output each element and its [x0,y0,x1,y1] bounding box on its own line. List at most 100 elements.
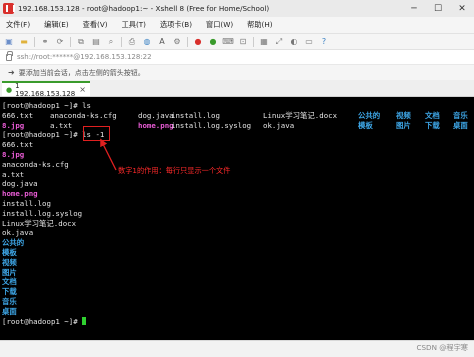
lock-icon [6,50,13,61]
directory-entry: 公共的 [2,238,25,248]
directory-entry: 图片 [396,120,411,130]
lock-icon[interactable]: ⊡ [238,37,248,47]
file-entry: home.png [138,120,174,130]
menu-bar: 文件(F) 编辑(E) 查看(V) 工具(T) 选项卡(B) 窗口(W) 帮助(… [0,17,474,33]
link-icon[interactable]: ⚭ [40,37,50,47]
toolbar: ▣ ▬ ⚭ ⟳ ⧉ ▤ ⌕ ⎙ ◍ A ⚙ ● ● ⌨ ⊡ ▦ ⤢ ◐ ▭ ? [0,33,474,49]
menu-help[interactable]: 帮助(H) [247,20,272,30]
terminal-line: [root@hadoop1 ~]# ls [2,101,474,111]
paste-icon[interactable]: ▤ [91,37,101,47]
tab-session[interactable]: ● 1 192.168.153.128 × [2,81,90,98]
tab-close-icon[interactable]: × [79,85,86,94]
ls-row: 8.jpg a.txt home.png install.log.syslog ok.j… [2,121,474,131]
menu-view[interactable]: 查看(V) [83,20,108,30]
file-entry: 8.jpg [2,149,25,159]
directory-entry: 视频 [396,110,411,120]
file-entry: install.log.syslog [2,208,83,218]
reconnect-icon[interactable]: ⟳ [55,37,65,47]
new-session-icon[interactable]: ▣ [4,37,14,47]
window-title: 192.168.153.128 - root@hadoop1:~ - Xshel… [18,4,270,13]
watermark: CSDN @程宇寒 [416,343,468,352]
file-entry: dog.java [2,179,38,189]
print-icon[interactable]: ⎙ [127,37,137,47]
help-icon[interactable]: ? [319,37,329,47]
file-entry: ok.java [263,120,295,130]
file-entry: a.txt [50,120,73,130]
file-entry: 666.txt [2,110,34,120]
tab-label: 1 192.168.153.128 [15,81,76,98]
file-entry: install.log [2,198,51,208]
file-entry: install.log.syslog [171,120,252,130]
keyboard-icon[interactable]: ⌨ [222,37,234,47]
title-bar: 192.168.153.128 - root@hadoop1:~ - Xshel… [0,0,474,17]
annotation-highlight-box [83,126,110,141]
file-entry: Linux学习笔记.docx [263,110,338,120]
directory-entry: 文档 [2,277,17,287]
find-icon[interactable]: ⌕ [106,37,116,47]
chat-icon[interactable]: ▭ [304,37,314,47]
toolbar-separator [253,36,254,47]
file-entry: ok.java [2,228,34,238]
hint-bar: ➜ 要添加当前会话，点击左侧的箭头按钮。 [0,64,474,80]
transparency-icon[interactable]: ◐ [289,37,299,47]
directory-entry: 下载 [2,287,17,297]
font-icon[interactable]: A [157,37,167,47]
prompt: [root@hadoop1 ~]# [2,316,78,326]
toolbar-separator [34,36,35,47]
terminal-line: [root@hadoop1 ~]# ls -1 [2,130,474,140]
directory-entry: 桌面 [2,306,17,316]
directory-entry: 公共的 [358,110,381,120]
directory-entry: 视频 [2,257,17,267]
fullscreen-icon[interactable]: ⤢ [274,37,284,47]
close-icon[interactable]: ✕ [450,0,474,17]
terminal-line: [root@hadoop1 ~]# [2,316,474,327]
menu-edit[interactable]: 编辑(E) [44,20,69,30]
minimize-icon[interactable]: ─ [402,0,426,17]
menu-tabs[interactable]: 选项卡(B) [160,20,192,30]
file-entry: install.log [171,110,220,120]
directory-entry: 桌面 [453,120,468,130]
directory-entry: 模板 [2,247,17,257]
directory-entry: 下载 [425,120,440,130]
xagent-icon[interactable]: ● [208,37,218,47]
open-folder-icon[interactable]: ▬ [19,37,29,47]
settings-icon[interactable]: ⚙ [172,37,182,47]
file-entry: home.png [2,189,38,199]
session-pin-icon: ● [6,85,13,94]
prompt: [root@hadoop1 ~]# [2,130,83,140]
file-entry: 8.jpg [2,120,25,130]
layout-icon[interactable]: ▦ [259,37,269,47]
address-field[interactable]: ssh://root:******@192.168.153.128:22 [17,53,152,61]
file-entry: anaconda-ks.cfg [50,110,117,120]
menu-tools[interactable]: 工具(T) [122,20,146,30]
file-entry: Linux学习笔记.docx [2,218,77,228]
maximize-icon[interactable]: ☐ [426,0,450,17]
xftp-icon[interactable]: ● [193,37,203,47]
xshell-app-icon[interactable] [3,3,15,14]
arrow-right-icon[interactable]: ➜ [8,68,15,77]
directory-entry: 图片 [2,267,17,277]
globe-icon[interactable]: ◍ [142,37,152,47]
directory-entry: 文档 [425,110,440,120]
file-entry: a.txt [2,169,25,179]
file-entry: anaconda-ks.cfg [2,159,69,169]
toolbar-separator [121,36,122,47]
directory-entry: 音乐 [2,296,17,306]
menu-file[interactable]: 文件(F) [6,20,30,30]
terminal-cursor [81,316,86,325]
menu-window[interactable]: 窗口(W) [206,20,233,30]
ls-row: 666.txt anaconda-ks.cfg dog.java install.lo… [2,111,474,121]
status-bar: CSDN @程宇寒 [0,340,474,357]
command: ls [82,101,91,110]
copy-icon[interactable]: ⧉ [76,37,86,47]
tab-bar: ● 1 192.168.153.128 × [0,80,474,98]
file-entry: 666.txt [2,140,34,150]
hint-text: 要添加当前会话，点击左侧的箭头按钮。 [18,68,145,77]
directory-entry: 音乐 [453,110,468,120]
ls-1-output: 666.txt 8.jpg anaconda-ks.cfg a.txt dog.java… [2,140,474,316]
directory-entry: 模板 [358,120,373,130]
toolbar-separator [187,36,188,47]
address-bar[interactable]: ssh://root:******@192.168.153.128:22 [0,49,474,64]
terminal[interactable]: [root@hadoop1 ~]# ls 666.txt anaconda-ks.… [0,98,474,340]
prompt: [root@hadoop1 ~]# [2,101,83,110]
